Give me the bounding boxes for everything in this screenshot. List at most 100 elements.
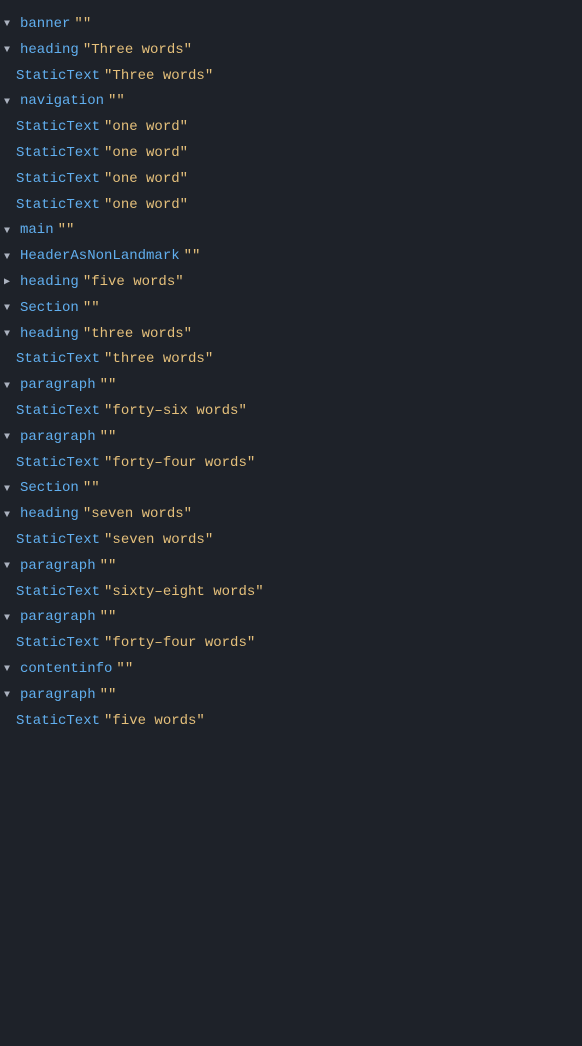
toggle-icon-contentinfo[interactable] bbox=[4, 661, 16, 678]
node-value-section1-para2: "" bbox=[100, 426, 117, 450]
node-value-section1: "" bbox=[83, 297, 100, 321]
tree-node-section1-heading-static: StaticText "three words" bbox=[0, 347, 582, 373]
tree-node-contentinfo: contentinfo "" bbox=[0, 657, 582, 683]
node-name-banner-heading-static: StaticText bbox=[16, 65, 100, 89]
node-value-header-nonlandmark: "" bbox=[184, 245, 201, 269]
tree-node-banner-heading-static: StaticText "Three words" bbox=[0, 64, 582, 90]
node-value-nav-s2: "one word" bbox=[104, 142, 188, 166]
tree-node-contentinfo-para-static: StaticText "five words" bbox=[0, 709, 582, 735]
tree-node-banner: banner "" bbox=[0, 12, 582, 38]
node-name-section1-heading: heading bbox=[20, 323, 79, 347]
tree-node-section2-heading-static: StaticText "seven words" bbox=[0, 528, 582, 554]
toggle-icon-banner-nav[interactable] bbox=[4, 94, 16, 111]
node-value-section1-para1-static: "forty–six words" bbox=[104, 400, 247, 424]
node-name-section1: Section bbox=[20, 297, 79, 321]
node-name-main-heading: heading bbox=[20, 271, 79, 295]
node-value-banner-nav: "" bbox=[108, 90, 125, 114]
tree-node-section2-heading: heading "seven words" bbox=[0, 502, 582, 528]
node-value-contentinfo-para-static: "five words" bbox=[104, 710, 205, 734]
tree-node-banner-nav: navigation "" bbox=[0, 89, 582, 115]
tree-node-section2-para2-static: StaticText "forty–four words" bbox=[0, 631, 582, 657]
node-value-section1-heading: "three words" bbox=[83, 323, 192, 347]
toggle-icon-section2-heading[interactable] bbox=[4, 507, 16, 524]
node-value-section2-para1-static: "sixty–eight words" bbox=[104, 581, 264, 605]
node-name-section1-para2: paragraph bbox=[20, 426, 96, 450]
node-name-section2-para1: paragraph bbox=[20, 555, 96, 579]
node-value-nav-s4: "one word" bbox=[104, 194, 188, 218]
node-name-nav-s3: StaticText bbox=[16, 168, 100, 192]
toggle-icon-section2-para1[interactable] bbox=[4, 558, 16, 575]
node-name-nav-s1: StaticText bbox=[16, 116, 100, 140]
node-name-contentinfo: contentinfo bbox=[20, 658, 112, 682]
node-value-main-heading: "five words" bbox=[83, 271, 184, 295]
node-name-section2-para2: paragraph bbox=[20, 606, 96, 630]
node-value-banner: "" bbox=[74, 13, 91, 37]
node-name-section2-heading-static: StaticText bbox=[16, 529, 100, 553]
tree-node-contentinfo-para: paragraph "" bbox=[0, 683, 582, 709]
node-name-main: main bbox=[20, 219, 54, 243]
toggle-icon-section1[interactable] bbox=[4, 300, 16, 317]
tree-node-header-nonlandmark: HeaderAsNonLandmark "" bbox=[0, 244, 582, 270]
tree-node-main-heading: heading "five words" bbox=[0, 270, 582, 296]
node-value-section2-para1: "" bbox=[100, 555, 117, 579]
toggle-icon-section1-para1[interactable] bbox=[4, 378, 16, 395]
toggle-icon-banner[interactable] bbox=[4, 16, 16, 33]
node-name-section1-heading-static: StaticText bbox=[16, 348, 100, 372]
tree-node-section1-heading: heading "three words" bbox=[0, 322, 582, 348]
node-value-main: "" bbox=[58, 219, 75, 243]
toggle-icon-section2[interactable] bbox=[4, 481, 16, 498]
node-value-nav-s3: "one word" bbox=[104, 168, 188, 192]
node-name-nav-s4: StaticText bbox=[16, 194, 100, 218]
node-name-contentinfo-para-static: StaticText bbox=[16, 710, 100, 734]
node-value-banner-heading-static: "Three words" bbox=[104, 65, 213, 89]
node-name-section2: Section bbox=[20, 477, 79, 501]
node-value-contentinfo: "" bbox=[116, 658, 133, 682]
tree-node-section1-para1-static: StaticText "forty–six words" bbox=[0, 399, 582, 425]
tree-node-nav-s2: StaticText "one word" bbox=[0, 141, 582, 167]
tree-node-main: main "" bbox=[0, 218, 582, 244]
node-name-section2-para1-static: StaticText bbox=[16, 581, 100, 605]
toggle-icon-section1-para2[interactable] bbox=[4, 429, 16, 446]
node-name-banner-heading: heading bbox=[20, 39, 79, 63]
toggle-icon-contentinfo-para[interactable] bbox=[4, 687, 16, 704]
toggle-icon-main-heading[interactable] bbox=[4, 274, 16, 291]
node-name-header-nonlandmark: HeaderAsNonLandmark bbox=[20, 245, 180, 269]
node-name-section1-para1-static: StaticText bbox=[16, 400, 100, 424]
node-name-section2-heading: heading bbox=[20, 503, 79, 527]
node-value-section2-heading: "seven words" bbox=[83, 503, 192, 527]
tree-node-banner-heading: heading "Three words" bbox=[0, 38, 582, 64]
toggle-icon-section1-heading[interactable] bbox=[4, 326, 16, 343]
tree-node-nav-s1: StaticText "one word" bbox=[0, 115, 582, 141]
tree-node-section1-para1: paragraph "" bbox=[0, 373, 582, 399]
node-value-section2-para2: "" bbox=[100, 606, 117, 630]
node-value-section2-para2-static: "forty–four words" bbox=[104, 632, 255, 656]
tree-node-section1-para2-static: StaticText "forty–four words" bbox=[0, 451, 582, 477]
node-value-section2-heading-static: "seven words" bbox=[104, 529, 213, 553]
node-name-contentinfo-para: paragraph bbox=[20, 684, 96, 708]
toggle-icon-banner-heading[interactable] bbox=[4, 42, 16, 59]
node-value-section2: "" bbox=[83, 477, 100, 501]
node-name-section1-para1: paragraph bbox=[20, 374, 96, 398]
tree-node-nav-s3: StaticText "one word" bbox=[0, 167, 582, 193]
node-name-section1-para2-static: StaticText bbox=[16, 452, 100, 476]
tree-node-section1: Section "" bbox=[0, 296, 582, 322]
tree-node-section2-para1: paragraph "" bbox=[0, 554, 582, 580]
node-value-contentinfo-para: "" bbox=[100, 684, 117, 708]
tree-node-section2: Section "" bbox=[0, 476, 582, 502]
accessibility-tree: banner "" heading "Three words" StaticTe… bbox=[0, 8, 582, 738]
node-name-banner-nav: navigation bbox=[20, 90, 104, 114]
tree-node-section1-para2: paragraph "" bbox=[0, 425, 582, 451]
toggle-icon-main[interactable] bbox=[4, 223, 16, 240]
node-value-section1-para1: "" bbox=[100, 374, 117, 398]
node-value-section1-para2-static: "forty–four words" bbox=[104, 452, 255, 476]
toggle-icon-header-nonlandmark[interactable] bbox=[4, 249, 16, 266]
tree-node-section2-para2: paragraph "" bbox=[0, 605, 582, 631]
tree-node-nav-s4: StaticText "one word" bbox=[0, 193, 582, 219]
node-name-banner: banner bbox=[20, 13, 70, 37]
node-name-section2-para2-static: StaticText bbox=[16, 632, 100, 656]
tree-node-section2-para1-static: StaticText "sixty–eight words" bbox=[0, 580, 582, 606]
node-name-nav-s2: StaticText bbox=[16, 142, 100, 166]
node-value-section1-heading-static: "three words" bbox=[104, 348, 213, 372]
toggle-icon-section2-para2[interactable] bbox=[4, 610, 16, 627]
node-value-nav-s1: "one word" bbox=[104, 116, 188, 140]
